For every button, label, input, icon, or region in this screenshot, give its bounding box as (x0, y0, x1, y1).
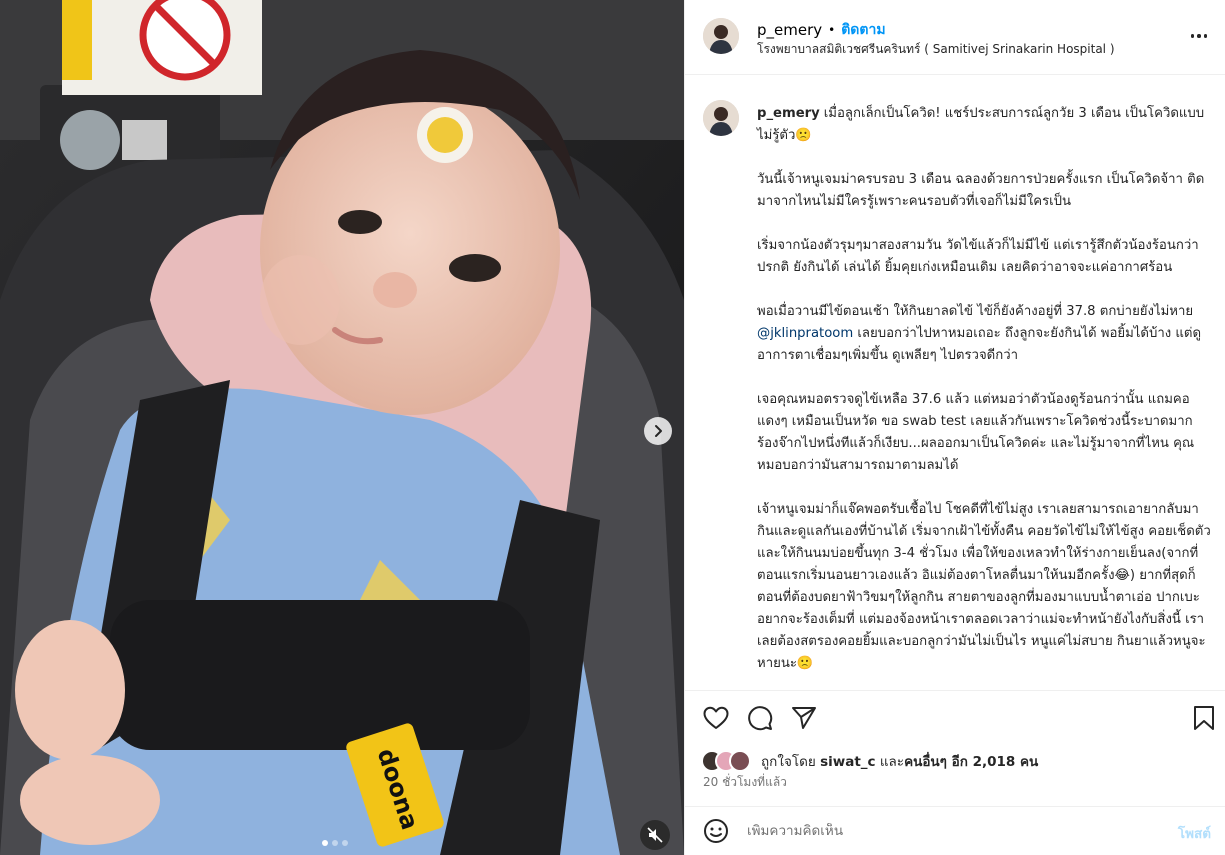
post-media[interactable]: doona (0, 0, 684, 855)
post-photo: doona (0, 0, 684, 855)
caption-username[interactable]: p_emery (757, 106, 820, 121)
likes-prefix: ถูกใจโดย (761, 754, 821, 770)
heart-icon (703, 706, 729, 729)
post-header: p_emery • ติดตาม โรงพยาบาลสมิติเวชศรีนคร… (685, 0, 1225, 75)
caption-avatar[interactable] (703, 100, 739, 136)
carousel-indicator (322, 840, 348, 846)
like-button[interactable] (703, 705, 729, 731)
emoji-button[interactable] (703, 818, 729, 844)
speaker-muted-icon (647, 827, 663, 843)
caption-paragraph-2: เริ่มจากน้องตัวรุมๆมาสองสามวัน วัดไข้แล้… (757, 238, 1199, 275)
author-line: p_emery • ติดตาม (757, 19, 886, 41)
liker-avatars (701, 749, 761, 773)
bookmark-icon (1194, 706, 1214, 730)
share-button[interactable] (791, 705, 817, 731)
caption-scroll-area[interactable]: p_emery เมื่อลูกเล็กเป็นโควิด! แชร์ประสบก… (685, 76, 1225, 690)
likes-text: ถูกใจโดย siwat_c และคนอื่นๆ อีก 2,018 คน (761, 750, 1038, 772)
send-icon (792, 707, 816, 729)
save-button[interactable] (1191, 705, 1217, 731)
more-dots-icon (1190, 34, 1195, 38)
avatar-image (703, 18, 739, 54)
follow-button[interactable]: ติดตาม (841, 19, 885, 41)
likes-others[interactable]: คนอื่นๆ อีก 2,018 คน (904, 754, 1038, 770)
post-comment-button[interactable]: โพสต์ (1178, 822, 1211, 844)
mute-button[interactable] (640, 820, 670, 850)
caption-intro: เมื่อลูกเล็กเป็นโควิด! แชร์ประสบการณ์ลูก… (757, 106, 1205, 143)
carousel-dot (342, 840, 348, 846)
caption-paragraph-1: วันนี้เจ้าหนูเจมม่าครบรอบ 3 เดือน ฉลองด้… (757, 172, 1205, 209)
comment-button[interactable] (747, 705, 773, 731)
caption-paragraph-5: เจ้าหนูเจมม่าก็แจ๊คพอตรับเชื้อไป โชคดีที… (757, 502, 1215, 671)
separator-dot: • (828, 23, 836, 37)
post-location[interactable]: โรงพยาบาลสมิติเวชศรีนครินทร์ ( Samitivej… (757, 40, 1115, 59)
action-bar (685, 690, 1225, 746)
avatar-image (703, 100, 739, 136)
chevron-right-icon (655, 425, 662, 437)
caption-paragraph-3a: พอเมื่อวานมีไข้ตอนเช้า ให้กินยาลดไข้ ไข้… (757, 304, 1198, 319)
carousel-dot (332, 840, 338, 846)
likes-middle: และ (875, 754, 905, 770)
comment-icon (748, 706, 773, 731)
mention-link[interactable]: @jklinpratoom (757, 326, 853, 341)
liker-username[interactable]: siwat_c (820, 754, 875, 770)
carousel-dot-active (322, 840, 328, 846)
post-panel: p_emery • ติดตาม โรงพยาบาลสมิติเวชศรีนคร… (684, 0, 1225, 855)
next-slide-button[interactable] (644, 417, 672, 445)
comment-input[interactable] (747, 823, 1147, 839)
author-avatar[interactable] (703, 18, 739, 54)
post-caption: p_emery เมื่อลูกเล็กเป็นโควิด! แชร์ประสบก… (757, 103, 1213, 690)
author-username[interactable]: p_emery (757, 21, 822, 39)
comment-composer: โพสต์ (685, 806, 1225, 855)
more-options-button[interactable] (1187, 26, 1211, 46)
likes-summary[interactable]: ถูกใจโดย siwat_c และคนอื่นๆ อีก 2,018 คน (701, 746, 1209, 776)
post-timestamp[interactable]: 20 ชั่วโมงที่แล้ว (703, 773, 787, 792)
caption-paragraph-4: เจอคุณหมอตรวจดูไข้เหลือ 37.6 แล้ว แต่หมอ… (757, 392, 1197, 473)
emoji-icon (704, 819, 728, 843)
liker-avatar (729, 750, 751, 772)
